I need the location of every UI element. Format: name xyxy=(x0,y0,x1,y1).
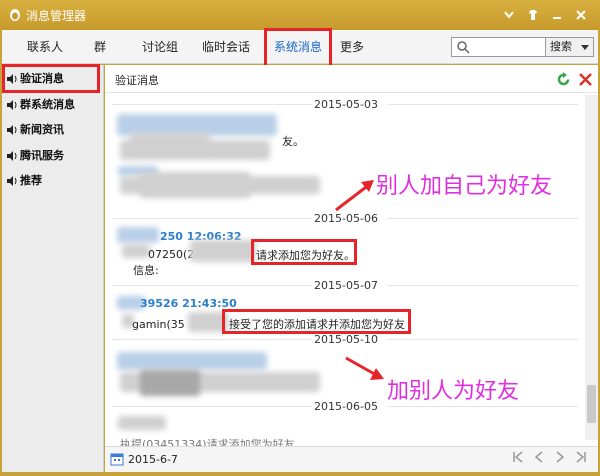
sidebar-item-label: 群系统消息 xyxy=(20,98,75,111)
divider xyxy=(112,339,312,340)
refresh-icon[interactable] xyxy=(556,72,571,87)
divider xyxy=(112,218,312,219)
message-text: 请求添加您为好友。 xyxy=(256,249,355,262)
current-date: 2015-6-7 xyxy=(128,453,178,466)
arrow-icon xyxy=(335,180,374,212)
date-separator: 2015-05-07 xyxy=(314,279,378,292)
window-title: 消息管理器 xyxy=(26,9,87,23)
sidebar-item-tencent-services[interactable]: 腾讯服务 xyxy=(6,145,64,167)
title-bar: 消息管理器 xyxy=(0,0,600,30)
blurred-sender xyxy=(117,352,267,370)
sidebar-highlight-box xyxy=(2,64,100,93)
calendar-icon[interactable] xyxy=(110,452,124,466)
blurred-text xyxy=(140,370,200,396)
close-icon xyxy=(576,10,586,20)
blurred-avatar xyxy=(122,244,150,258)
last-page-button[interactable] xyxy=(573,451,589,467)
date-separator: 2015-05-10 xyxy=(314,333,378,346)
next-page-button[interactable] xyxy=(552,451,568,467)
divider xyxy=(388,339,578,340)
search-scope-dropdown[interactable]: 搜索 xyxy=(546,37,594,57)
blurred-text xyxy=(130,133,210,151)
date-separator: 2015-06-05 xyxy=(314,400,378,413)
search-input[interactable] xyxy=(451,37,546,57)
first-page-button[interactable] xyxy=(510,451,526,467)
close-button[interactable] xyxy=(570,5,592,25)
speaker-icon xyxy=(7,176,17,186)
blurred-sender xyxy=(118,416,166,430)
divider xyxy=(388,285,578,286)
sidebar-item-group-system[interactable]: 群系统消息 xyxy=(6,94,75,116)
date-separator: 2015-05-06 xyxy=(314,212,378,225)
arrow-icon xyxy=(345,356,384,380)
divider xyxy=(112,104,312,105)
search-scope-label: 搜索 xyxy=(550,40,572,53)
blurred-text xyxy=(140,172,250,198)
qq-penguin-icon xyxy=(10,9,20,21)
divider xyxy=(112,406,312,407)
caret-down-icon xyxy=(581,45,589,50)
prev-page-button[interactable] xyxy=(531,451,547,467)
annotation-others-add-me: 别人加自己为好友 xyxy=(376,174,553,199)
tab-discussions[interactable]: 讨论组 xyxy=(138,30,182,64)
divider xyxy=(388,218,578,219)
message-text: 接受了您的添加请求并添加您为好友 xyxy=(229,318,405,331)
panel-header: 验证消息 xyxy=(105,65,598,93)
blurred-sender xyxy=(117,227,159,243)
blurred-text xyxy=(190,240,256,262)
annotation-i-add-others: 加别人为好友 xyxy=(387,379,520,404)
speaker-icon xyxy=(7,125,17,135)
menu-chevron-button[interactable] xyxy=(498,5,520,25)
divider xyxy=(388,104,578,105)
minimize-icon xyxy=(553,17,561,19)
speaker-icon xyxy=(7,151,17,161)
sidebar-item-label: 腾讯服务 xyxy=(20,149,64,162)
tab-groups[interactable]: 群 xyxy=(90,30,110,64)
tab-highlight-box xyxy=(264,28,332,70)
divider xyxy=(112,285,312,286)
message-text: 信息: xyxy=(133,264,159,277)
panel-title: 验证消息 xyxy=(115,74,159,87)
message-text: 执提(03451334)请求添加您为好友 xyxy=(120,438,295,446)
chevron-down-icon xyxy=(504,11,514,19)
message-text: 07250(2 xyxy=(148,248,195,261)
tab-temp-chat[interactable]: 临时会话 xyxy=(198,30,254,64)
search-icon xyxy=(457,41,470,54)
sidebar-item-news[interactable]: 新闻资讯 xyxy=(6,119,64,141)
chevron-right-icon xyxy=(556,451,565,463)
last-page-icon xyxy=(576,451,586,463)
sidebar-item-label: 新闻资讯 xyxy=(20,123,64,136)
delete-icon[interactable] xyxy=(578,72,593,87)
bottom-bar: 2015-6-7 xyxy=(105,446,598,472)
sidebar-item-label: 推荐 xyxy=(20,174,42,187)
tab-contacts[interactable]: 联系人 xyxy=(24,30,66,64)
message-text: gamin(35 xyxy=(132,318,185,331)
tab-more[interactable]: 更多 xyxy=(338,30,366,64)
divider xyxy=(388,406,578,407)
shirt-icon xyxy=(529,10,537,20)
minimize-button[interactable] xyxy=(546,5,568,25)
skin-button[interactable] xyxy=(522,5,544,25)
date-separator: 2015-05-03 xyxy=(314,98,378,111)
sidebar-item-recommend[interactable]: 推荐 xyxy=(6,170,42,192)
chevron-left-icon xyxy=(534,451,543,463)
first-page-icon xyxy=(513,451,523,463)
scrollbar-thumb[interactable] xyxy=(587,385,596,423)
speaker-icon xyxy=(7,100,17,110)
message-text: 友。 xyxy=(282,135,304,148)
